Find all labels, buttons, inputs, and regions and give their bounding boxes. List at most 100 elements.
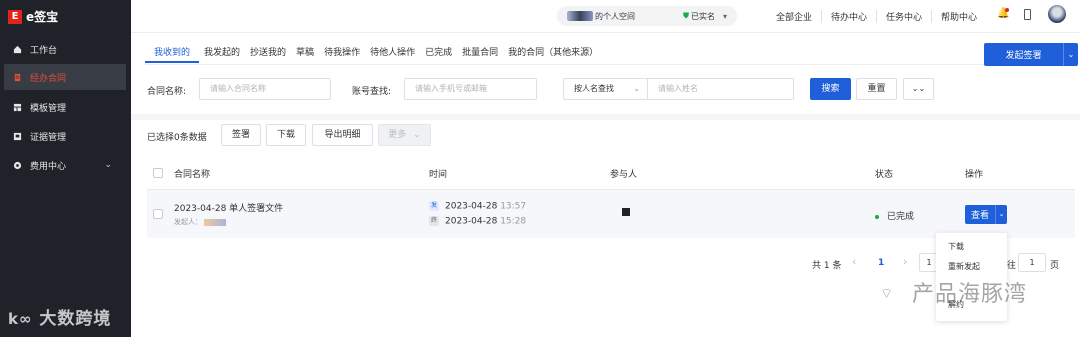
total-count: 共 1 条 bbox=[812, 261, 842, 271]
sidebar-item-workbench[interactable]: 工作台 bbox=[4, 36, 126, 62]
link-todo-center[interactable]: 待办中心 bbox=[821, 10, 876, 23]
space-switcher[interactable]: 的个人空间 ⛊ 已实名 ▾ bbox=[557, 6, 737, 26]
selected-count: 已选择0条数据 bbox=[147, 133, 207, 143]
more-button: 更多 ⌄ bbox=[378, 124, 431, 146]
prev-page-icon[interactable]: ‹ bbox=[852, 255, 856, 268]
start-tag: 发 bbox=[429, 201, 439, 211]
search-button[interactable]: 搜索 bbox=[810, 78, 851, 100]
tab-received[interactable]: 我收到的 bbox=[145, 43, 200, 63]
brand-logo[interactable]: E e签宝 bbox=[8, 8, 58, 25]
col-contract-name: 合同名称 bbox=[174, 170, 211, 180]
account-input[interactable]: 请输入手机号或邮箱 bbox=[404, 78, 537, 100]
section-divider bbox=[131, 114, 1080, 120]
table-header: 合同名称 时间 参与人 状态 操作 bbox=[147, 155, 1075, 190]
participant-avatar bbox=[622, 208, 630, 216]
sidebar-item-templates[interactable]: 模板管理 bbox=[4, 94, 126, 120]
col-time: 时间 bbox=[429, 170, 448, 180]
page-current[interactable]: 1 bbox=[878, 258, 884, 268]
status-badge: 已完成 bbox=[875, 209, 914, 222]
contract-name[interactable]: 2023-04-28 单人签署文件 bbox=[174, 201, 283, 214]
initiator-label: 发起人： bbox=[174, 218, 202, 226]
chevron-down-icon: ⌄ bbox=[633, 84, 640, 93]
goto-page-input[interactable]: 1 bbox=[1018, 253, 1046, 272]
cost-icon bbox=[13, 161, 22, 169]
sign-button[interactable]: 签署 bbox=[221, 124, 261, 146]
sidebar-item-cost-center[interactable]: 费用中心 ⌄ bbox=[4, 152, 126, 178]
row-checkbox[interactable] bbox=[153, 209, 163, 219]
user-avatar-icon[interactable] bbox=[1048, 5, 1066, 23]
initiate-sign-button[interactable]: 发起签署 ⌄ bbox=[984, 43, 1078, 66]
more-label: 更多 bbox=[388, 130, 407, 140]
watermark-right: 产品海豚湾 bbox=[912, 282, 1028, 307]
tab-initiated[interactable]: 我发起的 bbox=[199, 43, 245, 63]
next-page-icon[interactable]: › bbox=[903, 255, 907, 268]
logo-mark: E bbox=[8, 9, 22, 24]
initiator-avatar bbox=[204, 218, 227, 226]
sidebar-item-label: 证据管理 bbox=[30, 132, 67, 143]
view-button[interactable]: 查看 ⌄ bbox=[965, 205, 1007, 224]
link-task-center[interactable]: 任务中心 bbox=[876, 10, 931, 23]
name-input[interactable]: 请输入姓名 bbox=[647, 78, 794, 100]
end-time: 终 2023-04-28 15:28 bbox=[429, 216, 526, 227]
end-date: 2023-04-28 bbox=[445, 216, 498, 227]
search-by-name-select[interactable]: 按人名查找 ⌄ bbox=[563, 78, 648, 100]
start-time: 发 2023-04-28 13:57 bbox=[429, 201, 526, 212]
verified-label: 已实名 bbox=[690, 11, 715, 21]
table-row[interactable]: 2023-04-28 单人签署文件 发起人： 发 2023-04-28 13:57… bbox=[147, 190, 1075, 238]
contract-name-input[interactable]: 请输入合同名称 bbox=[199, 78, 331, 100]
tab-other-sources[interactable]: 我的合同（其他来源） bbox=[503, 43, 603, 63]
status-label: 已完成 bbox=[887, 212, 915, 222]
watermark-left: k∞ 大数跨境 bbox=[8, 304, 111, 329]
watermark-left-text: 大数跨境 bbox=[39, 309, 112, 329]
tab-completed[interactable]: 已完成 bbox=[420, 43, 457, 63]
sidebar-item-contracts[interactable]: 经办合同 bbox=[4, 64, 126, 90]
col-status: 状态 bbox=[875, 170, 894, 180]
chevron-down-icon[interactable]: ⌄ bbox=[1063, 43, 1078, 66]
tab-cc[interactable]: 抄送我的 bbox=[245, 43, 291, 63]
mobile-icon[interactable] bbox=[1024, 9, 1031, 20]
tab-others-action[interactable]: 待他人操作 bbox=[365, 43, 420, 63]
expand-filters-icon[interactable]: ⌄⌄ bbox=[903, 78, 934, 100]
sidebar-item-label: 费用中心 bbox=[30, 161, 67, 172]
chevron-down-icon[interactable]: ⌄ bbox=[104, 160, 112, 170]
link-all-enterprises[interactable]: 全部企业 bbox=[767, 10, 821, 23]
export-details-button[interactable]: 导出明细 bbox=[312, 124, 373, 146]
sidebar-item-evidence[interactable]: 证据管理 bbox=[4, 123, 126, 149]
end-tag: 终 bbox=[429, 216, 439, 226]
goto-prefix: 往 bbox=[1007, 261, 1017, 271]
verified-badge: ⛊ 已实名 ▾ bbox=[683, 11, 727, 22]
view-label[interactable]: 查看 bbox=[965, 208, 995, 221]
account-label: 账号查找: bbox=[352, 87, 392, 97]
search-by-name-value: 按人名查找 bbox=[574, 84, 614, 93]
chevron-down-icon: ⌄ bbox=[413, 130, 421, 140]
tab-my-action[interactable]: 待我操作 bbox=[319, 43, 365, 63]
start-clock: 13:57 bbox=[500, 201, 527, 212]
select-all-checkbox[interactable] bbox=[153, 168, 163, 178]
contract-name-label: 合同名称: bbox=[147, 87, 187, 97]
menu-item-reinitiate[interactable]: 重新发起 bbox=[948, 261, 980, 272]
menu-item-download[interactable]: 下载 bbox=[948, 241, 964, 252]
chevron-down-icon: ▾ bbox=[722, 11, 727, 21]
watermark-logo-icon: k∞ bbox=[8, 310, 33, 328]
col-participants: 参与人 bbox=[610, 170, 638, 180]
col-actions: 操作 bbox=[965, 170, 984, 180]
sidebar-item-label: 工作台 bbox=[30, 45, 58, 56]
goto-suffix: 页 bbox=[1050, 261, 1060, 271]
contract-tabs: 我收到的 我发起的 抄送我的 草稿 待我操作 待他人操作 已完成 批量合同 我的… bbox=[145, 43, 603, 63]
app-root: E e签宝 工作台 经办合同 模板管理 证据管理 费用中心 ⌄ k∞ 大数跨境 bbox=[0, 0, 1080, 337]
top-bar: 的个人空间 ⛊ 已实名 ▾ 全部企业 待办中心 任务中心 帮助中心 🔔 bbox=[131, 0, 1080, 33]
tab-drafts[interactable]: 草稿 bbox=[291, 43, 319, 63]
chevron-down-icon[interactable]: ⌄ bbox=[995, 205, 1007, 224]
sidebar-item-label: 经办合同 bbox=[30, 73, 67, 84]
end-clock: 15:28 bbox=[500, 216, 527, 227]
initiate-sign-label[interactable]: 发起签署 bbox=[984, 48, 1063, 61]
sidebar: E e签宝 工作台 经办合同 模板管理 证据管理 费用中心 ⌄ k∞ 大数跨境 bbox=[0, 0, 131, 337]
reset-button[interactable]: 重置 bbox=[856, 78, 897, 100]
start-date: 2023-04-28 bbox=[445, 201, 498, 212]
shield-icon: ⛊ bbox=[682, 11, 689, 20]
link-help-center[interactable]: 帮助中心 bbox=[931, 10, 986, 23]
space-name: 的个人空间 bbox=[595, 11, 635, 21]
document-icon bbox=[14, 73, 21, 81]
download-button[interactable]: 下载 bbox=[266, 124, 306, 146]
tab-batch[interactable]: 批量合同 bbox=[457, 43, 503, 63]
